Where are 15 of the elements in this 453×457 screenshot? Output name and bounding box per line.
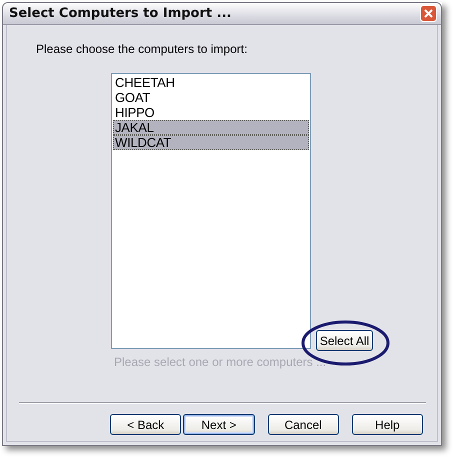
window-title: Select Computers to Import ... — [9, 6, 232, 21]
select-all-button[interactable]: Select All — [316, 330, 373, 351]
list-item[interactable]: GOAT — [113, 90, 309, 105]
dialog-button[interactable]: Next > — [183, 414, 254, 435]
prompt-text: Please choose the computers to import: — [36, 42, 248, 56]
list-item[interactable]: JAKAL — [113, 120, 309, 135]
close-icon[interactable] — [420, 5, 437, 22]
dialog-button[interactable]: Cancel — [268, 414, 339, 435]
list-item[interactable]: HIPPO — [113, 105, 309, 120]
hint-text: Please select one or more computers ... — [114, 355, 328, 369]
list-item[interactable]: WILDCAT — [113, 135, 309, 150]
dialog-button[interactable]: Help — [352, 414, 423, 435]
dialog-button[interactable]: < Back — [110, 414, 182, 435]
computer-list[interactable]: CHEETAH GOAT HIPPO JAKAL WILDCAT — [111, 73, 311, 349]
list-item[interactable]: CHEETAH — [113, 75, 309, 90]
